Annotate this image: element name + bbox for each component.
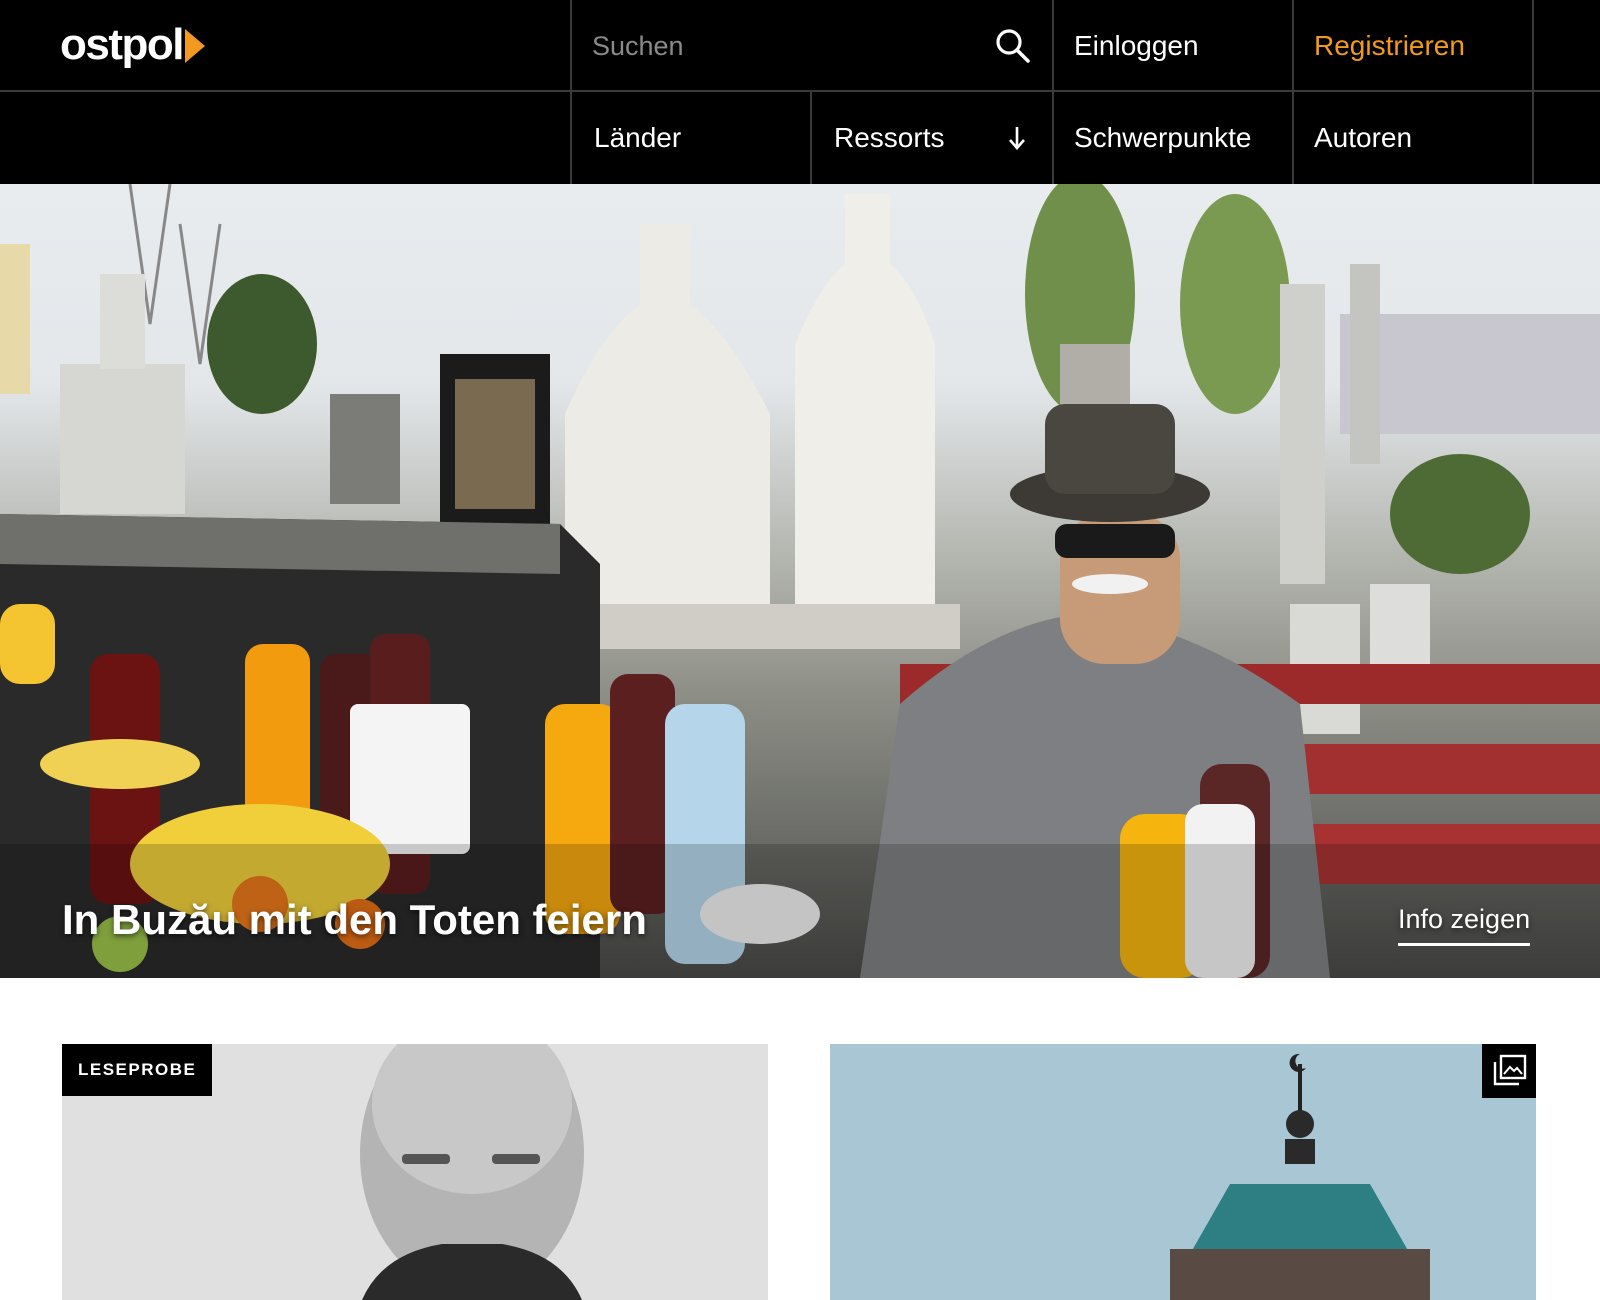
logo-text: ostpol	[60, 20, 184, 69]
arrow-down-icon[interactable]	[1006, 124, 1028, 152]
site-header: ostpol Einloggen Registrieren Länder Res…	[0, 0, 1600, 184]
leseprobe-badge: LESEPROBE	[62, 1044, 213, 1096]
nav-item-autoren[interactable]: Autoren	[1314, 92, 1554, 184]
gallery-icon[interactable]	[1482, 1044, 1536, 1098]
hero-title[interactable]: In Buzău mit den Toten feiern	[62, 896, 647, 944]
site-logo[interactable]: ostpol	[60, 14, 205, 76]
info-toggle-button[interactable]: Info zeigen	[1398, 904, 1531, 946]
header-divider	[810, 92, 812, 184]
search-input[interactable]	[592, 24, 952, 68]
search-box	[570, 0, 1052, 91]
header-divider	[1052, 0, 1054, 184]
mosque-photo-illustration	[830, 1044, 1536, 1300]
nav-item-schwerpunkte[interactable]: Schwerpunkte	[1074, 92, 1314, 184]
nav-item-laender[interactable]: Länder	[594, 92, 810, 184]
search-icon[interactable]	[994, 27, 1032, 65]
hero-photo-illustration	[0, 184, 1600, 978]
register-link[interactable]: Registrieren	[1314, 0, 1554, 91]
login-link[interactable]: Einloggen	[1074, 0, 1314, 91]
logo-arrow-icon	[184, 29, 205, 63]
article-card[interactable]: LESEPROBE	[62, 1044, 768, 1300]
gallery-card[interactable]	[830, 1044, 1536, 1300]
hero-image[interactable]: In Buzău mit den Toten feiern Info zeige…	[0, 184, 1600, 978]
